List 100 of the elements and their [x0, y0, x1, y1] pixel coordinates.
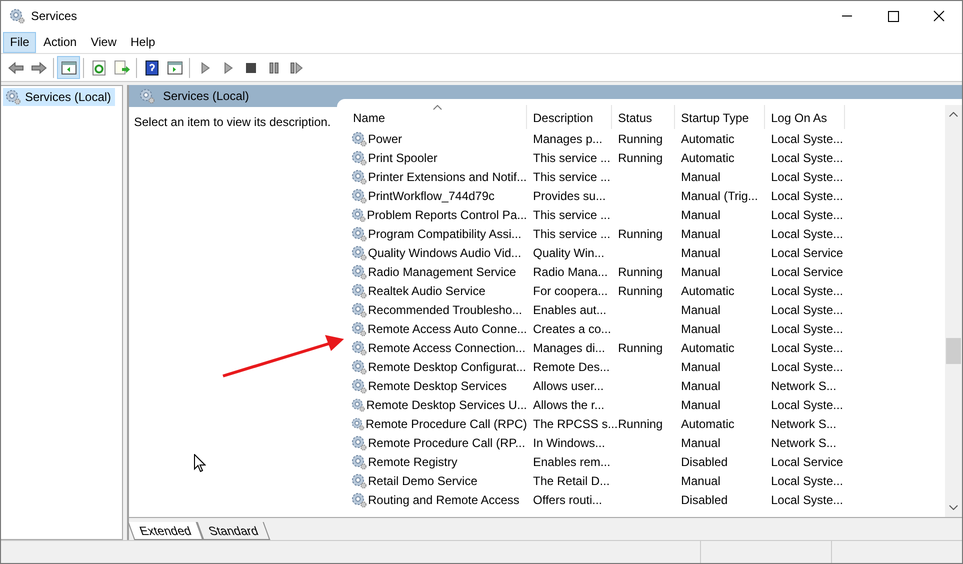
- table-cell: Quality Win...: [533, 246, 604, 260]
- view-tab[interactable]: Extended: [128, 522, 203, 540]
- table-cell: Local Syste...: [771, 322, 844, 336]
- table-cell: Manual: [681, 302, 720, 316]
- service-name: Realtek Audio Service: [368, 284, 486, 298]
- table-cell: Running: [618, 284, 663, 298]
- table-cell: For coopera...: [533, 284, 608, 298]
- service-name: Power: [368, 132, 402, 146]
- table-cell: Local Syste...: [771, 284, 844, 298]
- service-name: Remote Procedure Call (RPC): [366, 416, 527, 430]
- table-cell: The RPCSS s...: [533, 416, 618, 430]
- table-cell: Manual: [681, 378, 720, 392]
- window-icon: [166, 60, 182, 76]
- table-cell: This service ...: [533, 150, 610, 164]
- column-header[interactable]: Startup Type: [675, 105, 765, 129]
- menu-item[interactable]: View: [84, 32, 124, 52]
- console-tree-button[interactable]: [57, 56, 80, 79]
- table-cell: Radio Mana...: [533, 264, 608, 278]
- gear-icon: [351, 282, 367, 298]
- table-cell: Manual: [681, 226, 720, 240]
- left-arrow-icon: [8, 60, 24, 76]
- table-cell: Allows user...: [533, 378, 604, 392]
- table-cell: Creates a co...: [533, 322, 612, 336]
- table-cell: Automatic: [681, 284, 734, 298]
- service-name: Printer Extensions and Notif...: [368, 170, 527, 184]
- gear-icon: [351, 454, 367, 470]
- table-cell: Disabled: [681, 454, 728, 468]
- service-name: Remote Access Connection...: [368, 340, 526, 354]
- table-cell: Running: [618, 340, 663, 354]
- service-name: Routing and Remote Access: [368, 492, 520, 506]
- column-header[interactable]: Log On As: [765, 105, 845, 129]
- service-name: Remote Desktop Services U...: [366, 398, 527, 412]
- resume-icon: [288, 60, 304, 76]
- table-cell: Local Syste...: [771, 474, 844, 488]
- refresh-icon: [90, 60, 106, 76]
- column-header[interactable]: Description: [527, 105, 612, 129]
- table-cell: Network S...: [771, 436, 836, 450]
- gear-icon: [351, 492, 367, 508]
- scrollbar[interactable]: [945, 105, 962, 517]
- table-cell: Automatic: [681, 416, 734, 430]
- gear-icon: [351, 378, 367, 394]
- menu-item[interactable]: Action: [36, 32, 84, 52]
- tree-item[interactable]: Services (Local): [3, 88, 116, 106]
- export-icon: [114, 60, 130, 76]
- table-cell: Automatic: [681, 132, 734, 146]
- view-tab[interactable]: Standard: [196, 522, 270, 540]
- panel-icon: [60, 60, 76, 76]
- gear-icon: [351, 264, 367, 280]
- service-name: Print Spooler: [368, 150, 438, 164]
- gear-icon: [351, 434, 367, 450]
- table-cell: Automatic: [681, 150, 734, 164]
- service-name: Problem Reports Control Pa...: [366, 208, 527, 222]
- table-cell: Manual: [681, 322, 720, 336]
- table-cell: Local Syste...: [771, 492, 844, 506]
- service-name: Remote Desktop Services: [368, 378, 507, 392]
- table-cell: Local Syste...: [771, 208, 844, 222]
- mouse-cursor-icon: [194, 454, 206, 473]
- column-header[interactable]: Status: [612, 105, 675, 129]
- table-cell: Allows the r...: [533, 398, 604, 412]
- table-cell: Network S...: [771, 378, 836, 392]
- gear-icon: [351, 168, 367, 184]
- table-cell: This service ...: [533, 170, 610, 184]
- table-cell: Running: [618, 226, 663, 240]
- table-cell: Provides su...: [533, 188, 606, 202]
- table-cell: Automatic: [681, 340, 734, 354]
- scroll-thumb[interactable]: [946, 338, 961, 364]
- gear-icon: [351, 206, 366, 222]
- table-cell: Local Syste...: [771, 150, 844, 164]
- column-header[interactable]: Name: [347, 105, 527, 129]
- table-cell: Local Service: [771, 246, 844, 260]
- right-arrow-icon: [30, 60, 46, 76]
- table-cell: Local Syste...: [771, 302, 844, 316]
- table-cell: Manual: [681, 398, 720, 412]
- description-text: Select an item to view its description.: [134, 115, 331, 129]
- table-cell: Manual (Trig...: [681, 188, 758, 202]
- menu-item[interactable]: Help: [124, 32, 162, 52]
- menu-item[interactable]: File: [3, 32, 36, 52]
- table-cell: Local Syste...: [771, 188, 844, 202]
- table-cell: Enables aut...: [533, 302, 606, 316]
- table-cell: Running: [618, 150, 663, 164]
- service-name: Quality Windows Audio Vid...: [368, 246, 522, 260]
- gear-icon: [351, 396, 366, 412]
- gear-icon: [351, 244, 367, 260]
- gear-icon: [9, 8, 25, 24]
- service-name: Radio Management Service: [368, 264, 516, 278]
- service-name: PrintWorkflow_744d79c: [368, 188, 495, 202]
- scroll-up-icon[interactable]: [949, 112, 958, 117]
- scroll-down-icon[interactable]: [949, 505, 958, 510]
- gear-icon: [351, 150, 367, 166]
- table-cell: Manages p...: [533, 132, 602, 146]
- help-icon: [144, 60, 160, 76]
- table-cell: Running: [618, 416, 663, 430]
- table-cell: Running: [618, 264, 663, 278]
- service-name: Program Compatibility Assi...: [368, 226, 522, 240]
- gear-icon: [351, 188, 367, 204]
- table-cell: The Retail D...: [533, 474, 610, 488]
- gear-icon: [351, 226, 367, 242]
- table-cell: Offers routi...: [533, 492, 602, 506]
- table-cell: Local Syste...: [771, 226, 844, 240]
- table-cell: Local Syste...: [771, 360, 844, 374]
